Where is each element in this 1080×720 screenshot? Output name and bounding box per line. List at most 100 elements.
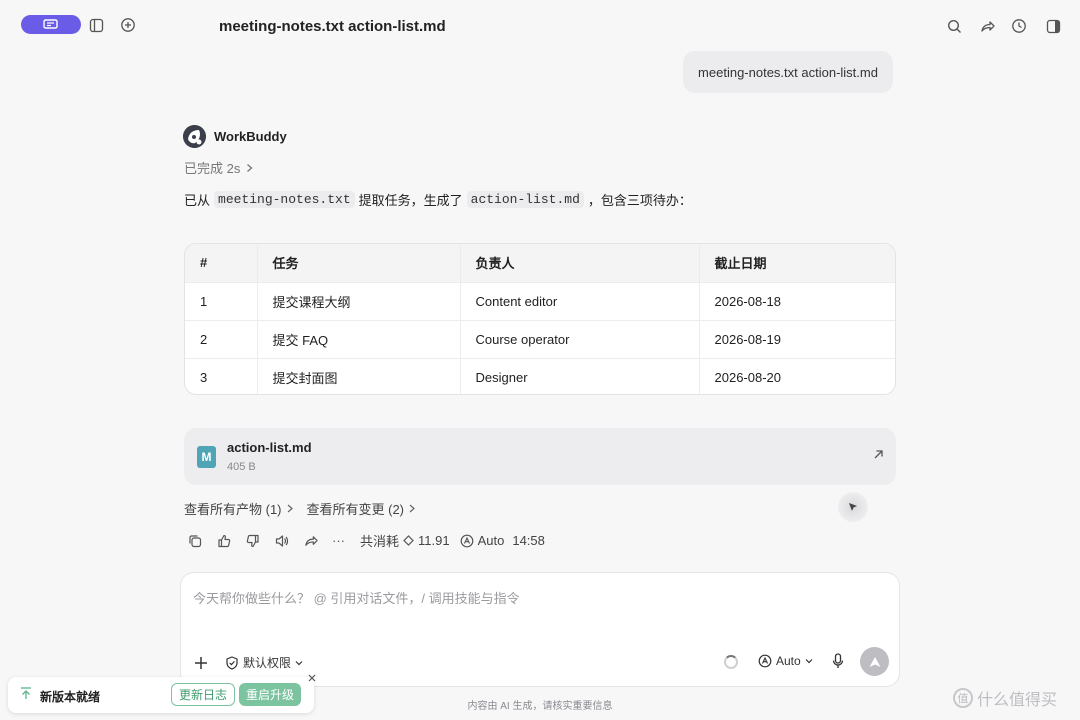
column-header: 截止日期 (699, 244, 895, 283)
workbuddy-logo-icon (183, 125, 206, 148)
chat-edit-button[interactable] (21, 15, 81, 34)
view-artifacts-link[interactable]: 查看所有产物 (1) (184, 499, 293, 518)
watermark-text: 什么值得买 (977, 692, 1058, 709)
status-text: 已完成 2s (184, 161, 241, 176)
model-indicator: Auto (460, 533, 505, 548)
model-selector[interactable]: Auto (758, 654, 813, 668)
search-icon (947, 19, 961, 33)
share-message-button[interactable] (303, 533, 319, 549)
arrow-up-icon (869, 656, 880, 667)
assistant-name: WorkBuddy (214, 129, 287, 144)
inline-code-file: action-list.md (466, 191, 584, 208)
table-cell: Designer (460, 358, 700, 394)
usage-value: 11.91 (418, 533, 450, 548)
table-row: 3 提交封面图 Designer 2026-08-20 (185, 358, 895, 394)
chevron-down-icon (295, 660, 303, 665)
chevron-right-icon (409, 504, 415, 513)
message-time: 14:58 (512, 533, 545, 548)
panel-toggle-icon (1046, 19, 1060, 33)
dislike-button[interactable] (245, 533, 261, 549)
usage-label: 共消耗 (360, 534, 400, 549)
shield-check-icon (226, 655, 238, 670)
loading-spinner (724, 655, 738, 669)
permission-label: 默认权限 (243, 656, 292, 670)
auto-model-icon (460, 534, 473, 547)
token-usage: 共消耗 11.91 (360, 531, 450, 550)
inline-code-file: meeting-notes.txt (214, 191, 355, 208)
close-toast-button[interactable] (305, 671, 319, 685)
completion-status[interactable]: 已完成 2s (184, 158, 253, 177)
like-button[interactable] (216, 533, 232, 549)
chat-edit-icon (43, 19, 58, 29)
message-mid: 提取任务，生成了 (358, 193, 463, 208)
table-cell: 提交课程大纲 (257, 282, 461, 321)
file-name: action-list.md (227, 440, 312, 455)
share-icon (980, 20, 995, 32)
table-header-row: # 任务 负责人 截止日期 (185, 244, 895, 283)
table-row: 1 提交课程大纲 Content editor 2026-08-18 (185, 282, 895, 321)
copy-button[interactable] (187, 533, 203, 549)
restart-upgrade-button[interactable]: 重启升级 (239, 683, 301, 706)
open-file-button[interactable] (873, 448, 884, 463)
model-selector-label: Auto (776, 654, 801, 668)
chevron-right-icon (287, 504, 293, 513)
file-size: 405 B (227, 461, 256, 473)
new-chat-button[interactable] (118, 15, 138, 35)
table-cell: 1 (185, 282, 258, 321)
table-cell: 2026-08-20 (714, 369, 782, 385)
permission-selector[interactable]: 默认权限 (225, 654, 303, 671)
close-icon (308, 674, 316, 682)
chevron-right-icon (247, 163, 253, 172)
message-actions: ··· 共消耗 11.91 Auto 14:58 (187, 531, 545, 550)
update-ready-text: 新版本就绪 (40, 690, 101, 704)
share-icon (305, 535, 318, 546)
thumbs-down-icon (246, 534, 259, 547)
model-name: Auto (477, 533, 505, 548)
top-bar: meeting-notes.txt action-list.md (0, 0, 1080, 52)
sidebar-toggle-button[interactable] (86, 15, 106, 35)
plus-icon (195, 657, 207, 669)
table-cell: 提交封面图 (257, 358, 461, 394)
user-message-bubble: meeting-notes.txt action-list.md (683, 51, 893, 93)
share-button[interactable] (977, 16, 997, 36)
cursor-arrow-icon (849, 503, 857, 511)
read-aloud-button[interactable] (274, 533, 290, 549)
diamond-icon (403, 535, 414, 546)
history-icon (1012, 19, 1026, 33)
tasks-table: # 任务 负责人 截止日期 1 提交课程大纲 Content editor 20… (184, 243, 896, 395)
more-button[interactable]: ··· (332, 533, 345, 549)
attach-button[interactable] (194, 653, 208, 676)
panel-toggle-button[interactable] (1043, 16, 1063, 36)
view-changes-link[interactable]: 查看所有变更 (2) (307, 499, 416, 518)
message-suffix: ，包含三项待办： (587, 193, 692, 208)
send-button[interactable] (860, 647, 889, 676)
sidebar-toggle-icon (89, 18, 103, 32)
markdown-file-icon: M (197, 446, 216, 468)
upload-arrow-icon (20, 687, 32, 703)
auto-model-icon (758, 654, 772, 668)
changelog-button[interactable]: 更新日志 (171, 683, 235, 706)
voice-input-button[interactable] (832, 653, 844, 672)
mouse-cursor (838, 492, 868, 522)
table-cell: Content editor (460, 282, 700, 321)
message-input[interactable]: 今天帮你做些什么？ @ 引用对话文件，/ 调用技能与指令 (193, 588, 520, 607)
file-card-action-list[interactable]: M action-list.md 405 B (184, 428, 896, 485)
table-cell: 2 (185, 320, 258, 359)
history-button[interactable] (1009, 16, 1029, 36)
table-cell: 提交 FAQ (257, 320, 461, 359)
table-cell: 2026-08-18 (699, 282, 895, 321)
table-cell: 3 (185, 358, 258, 394)
copy-icon (189, 534, 202, 547)
assistant-avatar (183, 125, 206, 148)
assistant-message: 已从 meeting-notes.txt 提取任务，生成了 action-lis… (184, 190, 692, 209)
result-links: 查看所有产物 (1) 查看所有变更 (2) (184, 499, 415, 518)
composer: 今天帮你做些什么？ @ 引用对话文件，/ 调用技能与指令 默认权限 Auto (180, 572, 900, 687)
view-changes-label: 查看所有变更 (2) (306, 502, 405, 517)
search-button[interactable] (944, 16, 964, 36)
column-header: 任务 (257, 244, 461, 283)
assistant-header: WorkBuddy (183, 125, 287, 148)
table-cell: Course operator (460, 320, 700, 359)
thumbs-up-icon (218, 534, 231, 547)
message-prefix: 已从 (184, 193, 211, 208)
table-cell: 2026-08-19 (699, 320, 895, 359)
